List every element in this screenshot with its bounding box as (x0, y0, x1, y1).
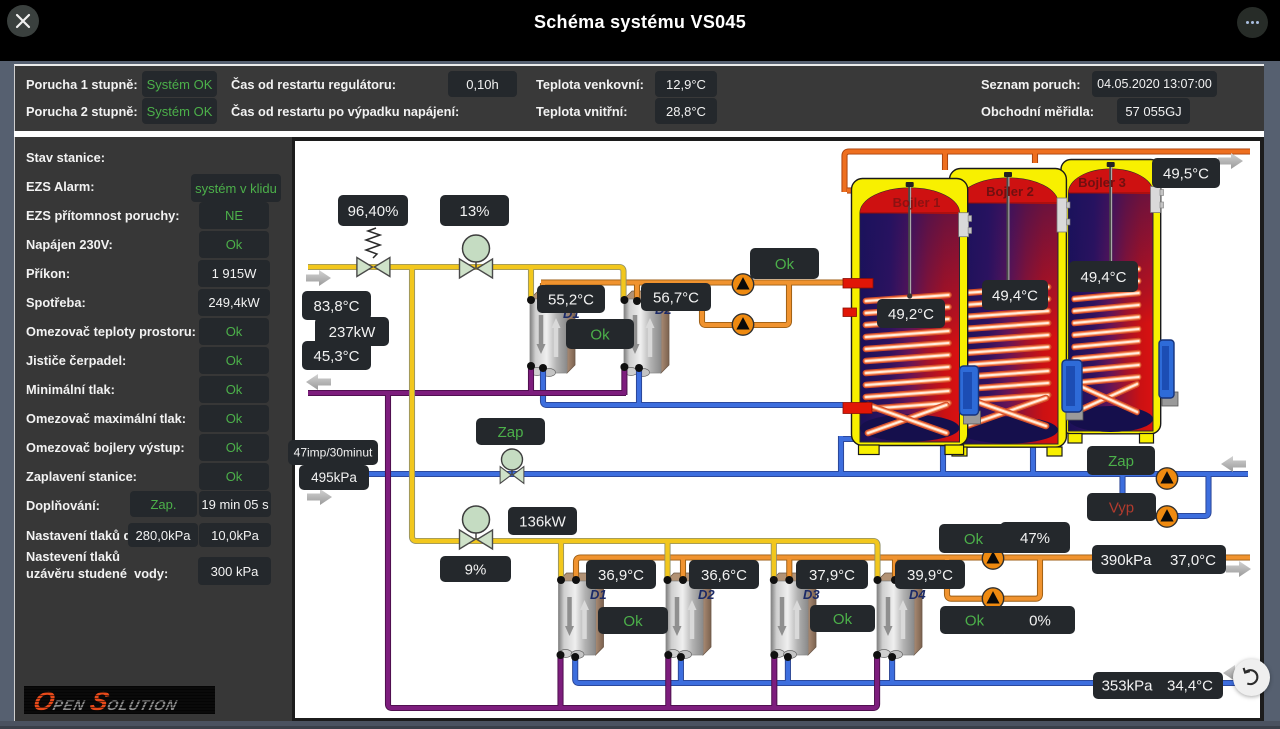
svg-text:13%: 13% (459, 203, 489, 220)
svg-text:45,3°C: 45,3°C (313, 348, 359, 365)
svg-text:D3: D3 (803, 587, 820, 602)
svg-text:34,4°C: 34,4°C (1167, 678, 1213, 695)
svg-text:Bojler 3: Bojler 3 (1078, 175, 1126, 190)
svg-text:49,4°C: 49,4°C (992, 288, 1038, 305)
svg-text:Ok: Ok (833, 611, 853, 628)
svg-text:237kW: 237kW (329, 324, 377, 341)
svg-text:55,2°C: 55,2°C (548, 292, 594, 309)
svg-text:37,0°C: 37,0°C (1170, 552, 1216, 569)
svg-text:9%: 9% (465, 562, 487, 579)
svg-text:D4: D4 (909, 587, 926, 602)
svg-text:Ok: Ok (965, 613, 985, 630)
svg-text:495kPa: 495kPa (311, 470, 357, 485)
svg-text:Zap: Zap (1108, 453, 1134, 470)
svg-text:D2: D2 (698, 587, 715, 602)
svg-text:Vyp: Vyp (1109, 500, 1134, 517)
svg-text:Bojler 2: Bojler 2 (986, 184, 1034, 199)
svg-text:0%: 0% (1029, 613, 1051, 630)
svg-text:47%: 47% (1020, 530, 1050, 547)
svg-text:Ok: Ok (964, 531, 984, 548)
svg-text:56,7°C: 56,7°C (653, 290, 699, 307)
svg-text:49,2°C: 49,2°C (888, 306, 934, 323)
svg-text:37,9°C: 37,9°C (809, 567, 855, 584)
svg-text:D1: D1 (590, 587, 607, 602)
svg-text:136kW: 136kW (519, 514, 567, 531)
svg-text:353kPa: 353kPa (1102, 678, 1154, 695)
svg-text:49,4°C: 49,4°C (1080, 269, 1126, 286)
svg-text:36,9°C: 36,9°C (598, 567, 644, 584)
svg-text:390kPa: 390kPa (1101, 552, 1153, 569)
svg-text:39,9°C: 39,9°C (907, 567, 953, 584)
svg-text:Bojler 1: Bojler 1 (893, 195, 941, 210)
svg-text:96,40%: 96,40% (348, 203, 399, 220)
svg-text:Ok: Ok (623, 613, 643, 630)
svg-text:36,6°C: 36,6°C (701, 567, 747, 584)
svg-text:49,5°C: 49,5°C (1163, 166, 1209, 183)
svg-text:Ok: Ok (775, 256, 795, 273)
svg-text:Ok: Ok (590, 327, 610, 344)
svg-text:47imp/30minut: 47imp/30minut (294, 446, 373, 460)
svg-text:83,8°C: 83,8°C (313, 298, 359, 315)
svg-text:Zap: Zap (498, 424, 524, 441)
